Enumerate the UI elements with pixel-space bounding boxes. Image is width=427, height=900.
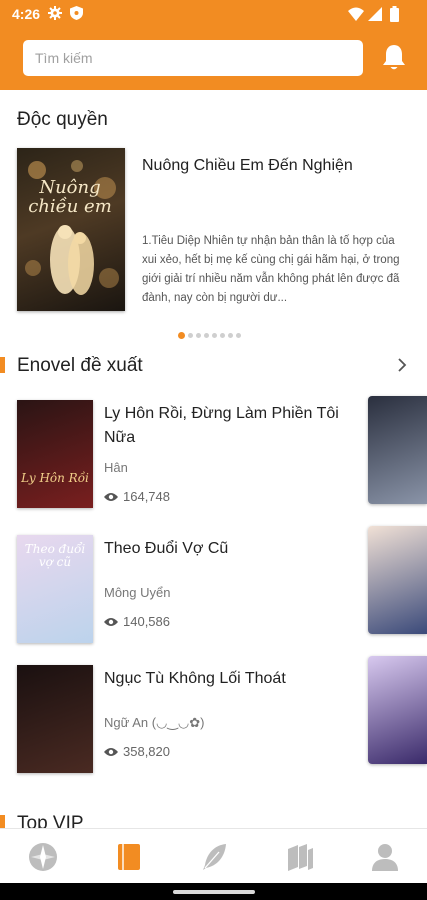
chevron-right-icon[interactable] bbox=[396, 357, 408, 373]
battery-icon bbox=[390, 6, 399, 22]
cover-art bbox=[25, 160, 119, 295]
carousel-dot[interactable] bbox=[204, 333, 209, 339]
next-column-book-cover[interactable] bbox=[368, 656, 427, 764]
signal-icon bbox=[368, 7, 382, 21]
book-views: 358,820 bbox=[104, 744, 170, 759]
search-input[interactable]: Tìm kiếm bbox=[23, 40, 363, 76]
compass-icon[interactable] bbox=[27, 841, 59, 873]
book-views: 140,586 bbox=[104, 614, 170, 629]
book-cover[interactable] bbox=[17, 665, 93, 773]
carousel-dot[interactable] bbox=[196, 333, 201, 339]
eye-icon bbox=[104, 748, 118, 756]
carousel-dot[interactable] bbox=[220, 333, 225, 339]
book-views: 164,748 bbox=[104, 489, 170, 504]
carousel-dot[interactable] bbox=[236, 333, 241, 339]
carousel-dot[interactable] bbox=[178, 332, 185, 340]
status-time: 4:26 bbox=[12, 6, 41, 22]
carousel-indicator bbox=[178, 327, 244, 340]
gesture-bar bbox=[0, 883, 427, 900]
carousel-dot[interactable] bbox=[228, 333, 233, 339]
wifi-icon bbox=[348, 7, 364, 21]
bottom-navigation bbox=[0, 828, 427, 884]
book-title[interactable]: Ly Hôn Rồi, Đừng Làm Phiền Tôi Nữa bbox=[104, 402, 349, 450]
search-placeholder: Tìm kiếm bbox=[35, 50, 93, 66]
carousel-dot[interactable] bbox=[188, 333, 193, 339]
featured-book-title[interactable]: Nuông Chiều Em Đến Nghiện bbox=[142, 157, 353, 175]
book-cover[interactable]: Ly Hôn Rồi bbox=[17, 400, 93, 508]
book-views-count: 140,586 bbox=[123, 614, 170, 629]
next-column-book-cover[interactable] bbox=[368, 396, 427, 504]
person-icon[interactable] bbox=[369, 841, 401, 873]
book-row[interactable]: Ly Hôn Rồi Ly Hôn Rồi, Đừng Làm Phiền Tô… bbox=[0, 400, 360, 510]
section-title-exclusive: Độc quyền bbox=[17, 109, 108, 130]
next-column-book-cover[interactable] bbox=[368, 526, 427, 634]
book-views-count: 358,820 bbox=[123, 744, 170, 759]
book-row[interactable]: Ngục Tù Không Lối Thoát Ngữ An (◡‿◡✿) 35… bbox=[0, 665, 360, 775]
book-views-count: 164,748 bbox=[123, 489, 170, 504]
feather-icon[interactable] bbox=[199, 841, 231, 873]
gear-icon bbox=[48, 6, 62, 20]
book-icon[interactable] bbox=[113, 841, 145, 873]
home-indicator[interactable] bbox=[173, 890, 255, 894]
app-bar: Tìm kiếm bbox=[0, 30, 427, 90]
book-author: Hân bbox=[104, 460, 128, 475]
carousel-dot[interactable] bbox=[212, 333, 217, 339]
book-title[interactable]: Ngục Tù Không Lối Thoát bbox=[104, 667, 349, 691]
eye-icon bbox=[104, 493, 118, 501]
book-cover-title: Ly Hôn Rồi bbox=[21, 471, 89, 485]
shield-icon bbox=[70, 6, 83, 20]
section-accent-bar bbox=[0, 357, 5, 373]
book-title[interactable]: Theo Đuổi Vợ Cũ bbox=[104, 537, 349, 561]
featured-book-cover[interactable]: Nuông chiều em bbox=[17, 148, 125, 311]
books-stack-icon[interactable] bbox=[284, 841, 316, 873]
book-author: Mông Uyển bbox=[104, 585, 171, 600]
book-cover-title: Theo đuổi vợ cũ bbox=[24, 542, 86, 569]
book-author: Ngữ An (◡‿◡✿) bbox=[104, 715, 205, 730]
book-row[interactable]: Theo đuổi vợ cũ Theo Đuổi Vợ Cũ Mông Uyể… bbox=[0, 535, 360, 645]
section-title-recommend: Enovel đề xuất bbox=[17, 355, 143, 376]
featured-book-description: 1.Tiêu Diệp Nhiên tự nhận bản thân là tố… bbox=[142, 235, 400, 304]
featured-cover-title: Nuông chiều em bbox=[28, 177, 112, 217]
bell-icon[interactable] bbox=[378, 42, 410, 74]
book-cover[interactable]: Theo đuổi vợ cũ bbox=[17, 535, 93, 643]
status-bar: 4:26 bbox=[0, 0, 427, 30]
eye-icon bbox=[104, 618, 118, 626]
